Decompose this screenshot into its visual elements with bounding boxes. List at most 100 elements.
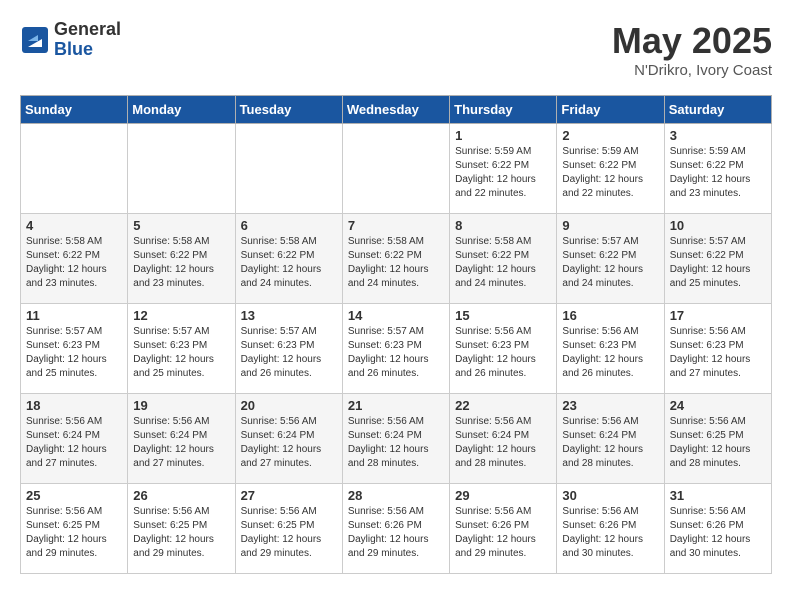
weekday-header-sunday: Sunday — [21, 96, 128, 124]
day-info: Sunrise: 5:59 AM Sunset: 6:22 PM Dayligh… — [455, 145, 551, 201]
day-number: 22 — [455, 398, 551, 413]
day-number: 19 — [133, 398, 229, 413]
day-number: 5 — [133, 218, 229, 233]
calendar-cell: 27 Sunrise: 5:56 AM Sunset: 6:25 PM Dayli… — [235, 484, 342, 574]
calendar-table: SundayMondayTuesdayWednesdayThursdayFrid… — [20, 95, 772, 574]
day-info: Sunrise: 5:59 AM Sunset: 6:22 PM Dayligh… — [562, 145, 658, 201]
day-number: 21 — [348, 398, 444, 413]
day-number: 18 — [26, 398, 122, 413]
day-number: 27 — [241, 488, 337, 503]
week-row-2: 4 Sunrise: 5:58 AM Sunset: 6:22 PM Daylig… — [21, 214, 772, 304]
day-number: 15 — [455, 308, 551, 323]
day-number: 2 — [562, 128, 658, 143]
day-number: 20 — [241, 398, 337, 413]
calendar-cell: 7Sunrise: 5:58 AM Sunset: 6:22 PM Daylig… — [342, 214, 449, 304]
calendar-cell: 21 Sunrise: 5:56 AM Sunset: 6:24 PM Dayli… — [342, 394, 449, 484]
day-info: Sunrise: 5:56 AM Sunset: 6:24 PM Dayligh… — [241, 415, 337, 471]
day-info: Sunrise: 5:56 AM Sunset: 6:25 PM Dayligh… — [26, 505, 122, 561]
weekday-header-friday: Friday — [557, 96, 664, 124]
day-number: 31 — [670, 488, 766, 503]
calendar-cell: 19 Sunrise: 5:56 AM Sunset: 6:24 PM Dayli… — [128, 394, 235, 484]
day-number: 7 — [348, 218, 444, 233]
month-title: May 2025 — [612, 20, 772, 62]
logo: General Blue — [20, 20, 121, 60]
day-number: 4 — [26, 218, 122, 233]
weekday-header-saturday: Saturday — [664, 96, 771, 124]
day-info: Sunrise: 5:56 AM Sunset: 6:24 PM Dayligh… — [562, 415, 658, 471]
calendar-cell: 24Sunrise: 5:56 AM Sunset: 6:25 PM Dayli… — [664, 394, 771, 484]
location: N'Drikro, Ivory Coast — [612, 62, 772, 79]
calendar-cell: 13Sunrise: 5:57 AM Sunset: 6:23 PM Dayli… — [235, 304, 342, 394]
day-info: Sunrise: 5:58 AM Sunset: 6:22 PM Dayligh… — [133, 235, 229, 291]
day-info: Sunrise: 5:56 AM Sunset: 6:25 PM Dayligh… — [241, 505, 337, 561]
week-row-3: 11 Sunrise: 5:57 AM Sunset: 6:23 PM Dayli… — [21, 304, 772, 394]
day-info: Sunrise: 5:59 AM Sunset: 6:22 PM Dayligh… — [670, 145, 766, 201]
calendar-cell: 28Sunrise: 5:56 AM Sunset: 6:26 PM Dayli… — [342, 484, 449, 574]
calendar-cell: 17 Sunrise: 5:56 AM Sunset: 6:23 PM Dayli… — [664, 304, 771, 394]
day-number: 25 — [26, 488, 122, 503]
calendar-cell: 25 Sunrise: 5:56 AM Sunset: 6:25 PM Dayli… — [21, 484, 128, 574]
calendar-cell — [128, 124, 235, 214]
calendar-cell: 5 Sunrise: 5:58 AM Sunset: 6:22 PM Daylig… — [128, 214, 235, 304]
calendar-cell: 6 Sunrise: 5:58 AM Sunset: 6:22 PM Daylig… — [235, 214, 342, 304]
week-row-1: 1 Sunrise: 5:59 AM Sunset: 6:22 PM Daylig… — [21, 124, 772, 214]
day-number: 28 — [348, 488, 444, 503]
calendar-cell: 31 Sunrise: 5:56 AM Sunset: 6:26 PM Dayli… — [664, 484, 771, 574]
logo-blue: Blue — [54, 40, 121, 60]
day-info: Sunrise: 5:58 AM Sunset: 6:22 PM Dayligh… — [241, 235, 337, 291]
day-info: Sunrise: 5:58 AM Sunset: 6:22 PM Dayligh… — [455, 235, 551, 291]
day-number: 12 — [133, 308, 229, 323]
calendar-cell — [21, 124, 128, 214]
logo-icon — [20, 25, 50, 55]
week-row-5: 25 Sunrise: 5:56 AM Sunset: 6:25 PM Dayli… — [21, 484, 772, 574]
day-number: 23 — [562, 398, 658, 413]
day-info: Sunrise: 5:56 AM Sunset: 6:24 PM Dayligh… — [133, 415, 229, 471]
day-number: 11 — [26, 308, 122, 323]
day-number: 9 — [562, 218, 658, 233]
calendar-cell — [342, 124, 449, 214]
calendar-cell: 22 Sunrise: 5:56 AM Sunset: 6:24 PM Dayli… — [450, 394, 557, 484]
calendar-cell: 1 Sunrise: 5:59 AM Sunset: 6:22 PM Daylig… — [450, 124, 557, 214]
weekday-header-tuesday: Tuesday — [235, 96, 342, 124]
week-row-4: 18 Sunrise: 5:56 AM Sunset: 6:24 PM Dayli… — [21, 394, 772, 484]
day-info: Sunrise: 5:56 AM Sunset: 6:26 PM Dayligh… — [455, 505, 551, 561]
day-info: Sunrise: 5:56 AM Sunset: 6:24 PM Dayligh… — [348, 415, 444, 471]
day-info: Sunrise: 5:56 AM Sunset: 6:25 PM Dayligh… — [670, 415, 766, 471]
weekday-header-thursday: Thursday — [450, 96, 557, 124]
day-info: Sunrise: 5:57 AM Sunset: 6:22 PM Dayligh… — [562, 235, 658, 291]
calendar-cell: 4 Sunrise: 5:58 AM Sunset: 6:22 PM Daylig… — [21, 214, 128, 304]
day-info: Sunrise: 5:58 AM Sunset: 6:22 PM Dayligh… — [26, 235, 122, 291]
day-info: Sunrise: 5:56 AM Sunset: 6:23 PM Dayligh… — [562, 325, 658, 381]
weekday-header-monday: Monday — [128, 96, 235, 124]
calendar-cell: 3 Sunrise: 5:59 AM Sunset: 6:22 PM Daylig… — [664, 124, 771, 214]
day-number: 6 — [241, 218, 337, 233]
day-info: Sunrise: 5:57 AM Sunset: 6:23 PM Dayligh… — [348, 325, 444, 381]
title-block: May 2025 N'Drikro, Ivory Coast — [612, 20, 772, 79]
day-info: Sunrise: 5:56 AM Sunset: 6:26 PM Dayligh… — [670, 505, 766, 561]
day-number: 1 — [455, 128, 551, 143]
day-number: 29 — [455, 488, 551, 503]
calendar-cell: 16Sunrise: 5:56 AM Sunset: 6:23 PM Dayli… — [557, 304, 664, 394]
logo-general: General — [54, 20, 121, 40]
day-info: Sunrise: 5:57 AM Sunset: 6:23 PM Dayligh… — [133, 325, 229, 381]
day-info: Sunrise: 5:56 AM Sunset: 6:23 PM Dayligh… — [670, 325, 766, 381]
day-info: Sunrise: 5:56 AM Sunset: 6:23 PM Dayligh… — [455, 325, 551, 381]
calendar-cell: 9 Sunrise: 5:57 AM Sunset: 6:22 PM Daylig… — [557, 214, 664, 304]
calendar-cell: 15 Sunrise: 5:56 AM Sunset: 6:23 PM Dayli… — [450, 304, 557, 394]
day-number: 3 — [670, 128, 766, 143]
day-number: 17 — [670, 308, 766, 323]
calendar-cell: 30Sunrise: 5:56 AM Sunset: 6:26 PM Dayli… — [557, 484, 664, 574]
calendar-cell: 26Sunrise: 5:56 AM Sunset: 6:25 PM Dayli… — [128, 484, 235, 574]
day-info: Sunrise: 5:56 AM Sunset: 6:24 PM Dayligh… — [455, 415, 551, 471]
weekday-header-wednesday: Wednesday — [342, 96, 449, 124]
day-number: 8 — [455, 218, 551, 233]
day-info: Sunrise: 5:56 AM Sunset: 6:25 PM Dayligh… — [133, 505, 229, 561]
day-info: Sunrise: 5:57 AM Sunset: 6:22 PM Dayligh… — [670, 235, 766, 291]
calendar-cell: 2 Sunrise: 5:59 AM Sunset: 6:22 PM Daylig… — [557, 124, 664, 214]
weekday-header-row: SundayMondayTuesdayWednesdayThursdayFrid… — [21, 96, 772, 124]
page-header: General Blue May 2025 N'Drikro, Ivory Co… — [20, 20, 772, 79]
calendar-cell: 10Sunrise: 5:57 AM Sunset: 6:22 PM Dayli… — [664, 214, 771, 304]
calendar-cell: 29 Sunrise: 5:56 AM Sunset: 6:26 PM Dayli… — [450, 484, 557, 574]
day-number: 30 — [562, 488, 658, 503]
calendar-cell: 14Sunrise: 5:57 AM Sunset: 6:23 PM Dayli… — [342, 304, 449, 394]
